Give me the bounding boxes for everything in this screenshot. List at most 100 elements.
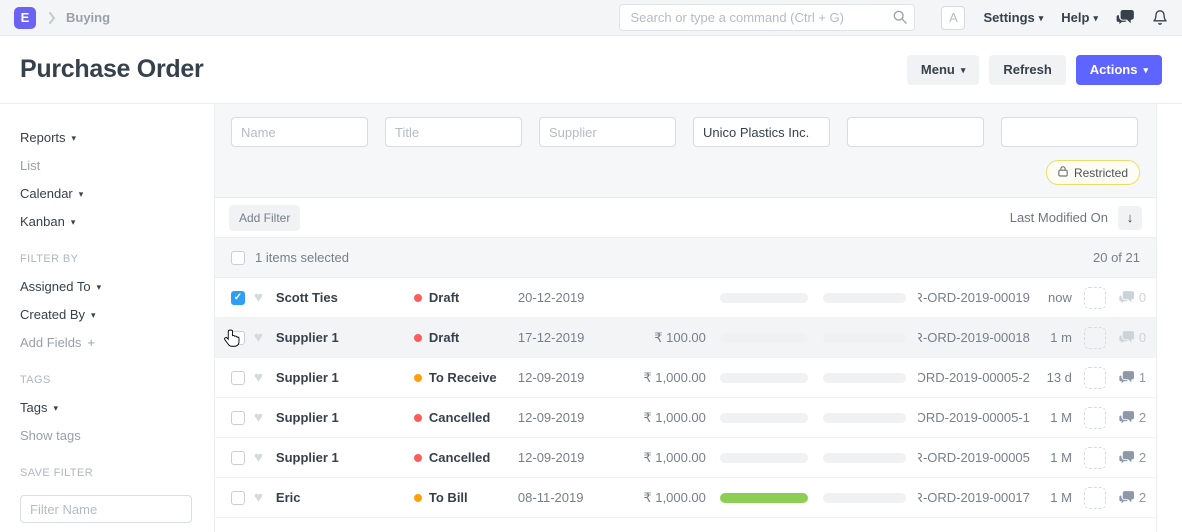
filter-input-supplier[interactable] xyxy=(539,117,676,147)
table-row[interactable]: ✓ ♥ Eric To Bill 08-11-2019 ₹ 1,000.00 P… xyxy=(215,478,1156,518)
row-subject[interactable]: Supplier 1 xyxy=(276,410,414,425)
filter-name-input[interactable] xyxy=(20,495,192,523)
comment-icon xyxy=(1119,291,1134,304)
assign-placeholder[interactable] xyxy=(1084,367,1106,389)
breadcrumb[interactable]: Buying xyxy=(66,10,110,25)
row-id: PUR-ORD-2019-00018 xyxy=(918,330,1030,346)
filter-inputs-row xyxy=(231,117,1140,147)
tags-filter[interactable]: Tags ▾ xyxy=(20,400,199,415)
list-toolbar: Add Filter Last Modified On ↓ xyxy=(215,198,1156,238)
row-modified-ago: now xyxy=(1030,290,1072,305)
table-row[interactable]: ✓ ♥ Scott Ties Draft 20-12-2019 PUR-ORD-… xyxy=(215,278,1156,318)
like-heart-icon[interactable]: ♥ xyxy=(254,490,263,505)
comment-count[interactable]: 2 xyxy=(1119,490,1146,505)
comment-count-value: 2 xyxy=(1139,490,1146,505)
like-heart-icon[interactable]: ♥ xyxy=(254,330,263,345)
page-actions: Menu ▾ Refresh Actions ▾ xyxy=(907,55,1162,85)
table-row[interactable]: ✓ ♥ Supplier 1 Draft 17-12-2019 ₹ 100.00… xyxy=(215,318,1156,358)
menu-button[interactable]: Menu ▾ xyxy=(907,55,979,85)
comment-count[interactable]: 0 xyxy=(1119,290,1146,305)
refresh-button[interactable]: Refresh xyxy=(989,55,1065,85)
created-by-label: Created By xyxy=(20,307,85,322)
show-tags-button[interactable]: Show tags xyxy=(20,428,199,443)
assign-placeholder[interactable] xyxy=(1084,487,1106,509)
like-heart-icon[interactable]: ♥ xyxy=(254,410,263,425)
row-id: PUR-ORD-2019-00017 xyxy=(918,490,1030,506)
assign-placeholder[interactable] xyxy=(1084,447,1106,469)
row-subject[interactable]: Supplier 1 xyxy=(276,330,414,345)
notifications-bell-icon[interactable] xyxy=(1152,9,1168,26)
page-header: Purchase Order Menu ▾ Refresh Actions ▾ xyxy=(0,36,1182,104)
row-subject[interactable]: Scott Ties xyxy=(276,290,414,305)
restricted-badge[interactable]: Restricted xyxy=(1046,160,1140,185)
global-search xyxy=(619,4,915,31)
plus-icon: + xyxy=(87,335,95,350)
content-layout: Reports ▾ List Calendar ▾ Kanban ▾ FILTE… xyxy=(0,104,1182,532)
row-checkbox[interactable]: ✓ xyxy=(231,331,245,345)
tags-heading: TAGS xyxy=(20,374,199,386)
list-view: Restricted Add Filter Last Modified On ↓… xyxy=(215,104,1157,532)
chevron-down-icon: ▾ xyxy=(71,218,76,227)
progress-bar xyxy=(720,413,808,423)
assigned-to-filter[interactable]: Assigned To ▾ xyxy=(20,279,199,294)
comment-count[interactable]: 2 xyxy=(1119,410,1146,425)
comment-icon xyxy=(1119,491,1134,504)
row-amount: ₹ 1,000.00 xyxy=(606,450,706,466)
status-dot xyxy=(414,454,422,462)
filter-input-supplier-value[interactable] xyxy=(693,117,830,147)
comment-count-value: 1 xyxy=(1139,370,1146,385)
progress-bar xyxy=(823,373,906,383)
add-fields-button[interactable]: Add Fields + xyxy=(20,335,199,350)
sidebar-item-calendar[interactable]: Calendar ▾ xyxy=(20,186,199,201)
result-count[interactable]: 20 of 21 xyxy=(1093,250,1140,265)
table-row[interactable]: ✓ ♥ Supplier 1 To Receive 12-09-2019 ₹ 1… xyxy=(215,358,1156,398)
table-row[interactable]: ✓ ♥ Supplier 1 Cancelled 12-09-2019 ₹ 1,… xyxy=(215,438,1156,478)
sort-field-label[interactable]: Last Modified On xyxy=(1010,210,1108,225)
assign-placeholder[interactable] xyxy=(1084,287,1106,309)
add-fields-label: Add Fields xyxy=(20,335,81,350)
app-logo[interactable]: E xyxy=(14,7,36,29)
like-heart-icon[interactable]: ♥ xyxy=(254,450,263,465)
row-checkbox[interactable]: ✓ xyxy=(231,371,245,385)
settings-menu[interactable]: Settings ▾ xyxy=(983,10,1043,25)
row-id: PUR-ORD-2019-00005-2 xyxy=(918,370,1030,386)
row-checkbox[interactable]: ✓ xyxy=(231,291,245,305)
sort-direction-button[interactable]: ↓ xyxy=(1118,206,1142,230)
comment-count[interactable]: 1 xyxy=(1119,370,1146,385)
sidebar-item-list[interactable]: List xyxy=(20,158,199,173)
like-heart-icon[interactable]: ♥ xyxy=(254,370,263,385)
status-dot xyxy=(414,414,422,422)
like-heart-icon[interactable]: ♥ xyxy=(254,290,263,305)
user-avatar[interactable]: A xyxy=(941,6,965,30)
table-row[interactable]: ✓ ♥ Supplier 1 Cancelled 12-09-2019 ₹ 1,… xyxy=(215,398,1156,438)
row-subject[interactable]: Eric xyxy=(276,490,414,505)
chat-icon[interactable] xyxy=(1116,10,1134,25)
row-checkbox[interactable]: ✓ xyxy=(231,491,245,505)
global-search-input[interactable] xyxy=(619,4,915,31)
row-checkbox[interactable]: ✓ xyxy=(231,451,245,465)
filter-input-name[interactable] xyxy=(231,117,368,147)
row-subject[interactable]: Supplier 1 xyxy=(276,450,414,465)
sidebar-item-label: Calendar xyxy=(20,186,73,201)
help-menu[interactable]: Help ▾ xyxy=(1061,10,1098,25)
filter-input-title[interactable] xyxy=(385,117,522,147)
row-subject[interactable]: Supplier 1 xyxy=(276,370,414,385)
progress-bar xyxy=(823,293,906,303)
filter-input-5[interactable] xyxy=(847,117,984,147)
comment-count[interactable]: 2 xyxy=(1119,450,1146,465)
sidebar-item-reports[interactable]: Reports ▾ xyxy=(20,130,199,145)
created-by-filter[interactable]: Created By ▾ xyxy=(20,307,199,322)
filter-input-6[interactable] xyxy=(1001,117,1138,147)
comment-count[interactable]: 0 xyxy=(1119,330,1146,345)
actions-button[interactable]: Actions ▾ xyxy=(1076,55,1162,85)
assign-placeholder[interactable] xyxy=(1084,327,1106,349)
sidebar-item-kanban[interactable]: Kanban ▾ xyxy=(20,214,199,229)
row-checkbox[interactable]: ✓ xyxy=(231,411,245,425)
breadcrumb-chevron-icon xyxy=(48,12,56,24)
select-all-checkbox[interactable]: ✓ xyxy=(231,251,245,265)
add-filter-button[interactable]: Add Filter xyxy=(229,205,300,231)
assign-placeholder[interactable] xyxy=(1084,407,1106,429)
chevron-down-icon: ▾ xyxy=(79,190,84,199)
list-header: ✓ 1 items selected 20 of 21 xyxy=(215,238,1156,278)
top-navbar: E Buying A Settings ▾ Help ▾ xyxy=(0,0,1182,36)
